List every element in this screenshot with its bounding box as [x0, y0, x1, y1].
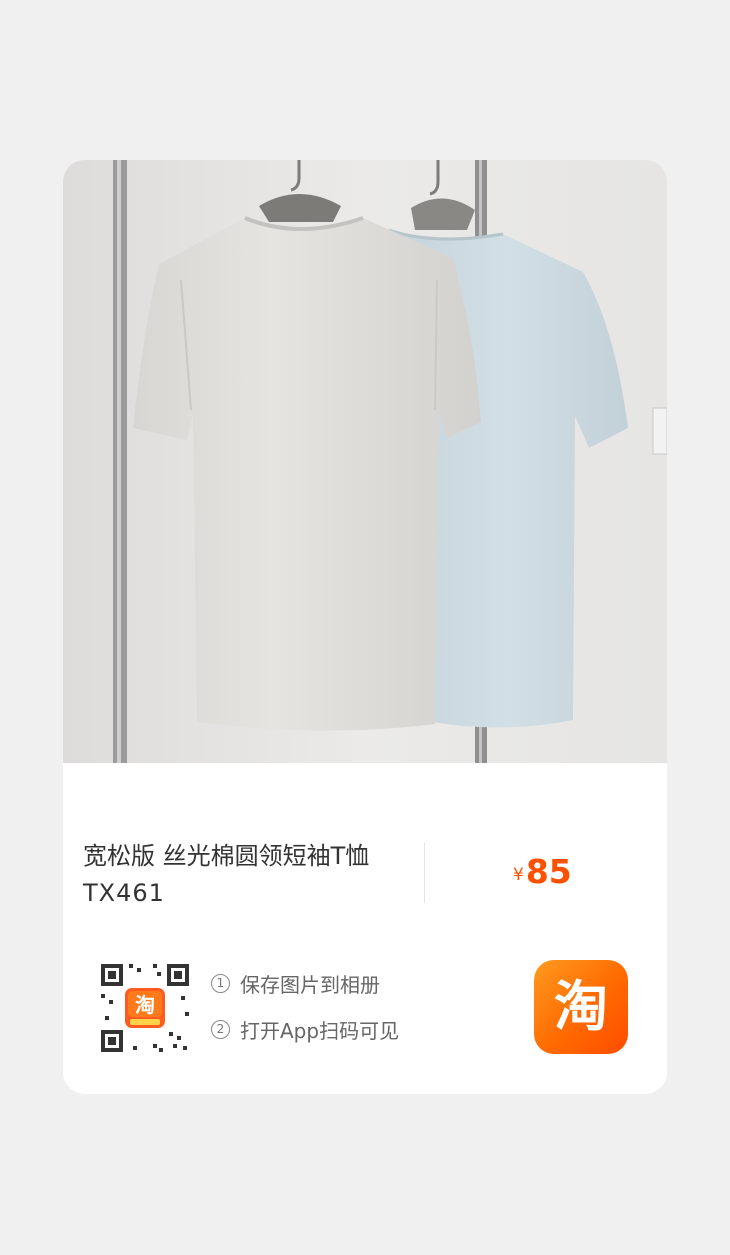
step-open-app: 2 打开App扫码可见	[211, 1014, 399, 1044]
product-name: 宽松版 丝光棉圆领短袖T恤	[83, 842, 370, 870]
price-currency: ¥	[513, 865, 524, 885]
step-number-icon: 2	[211, 1019, 230, 1039]
step-number-icon: 1	[211, 973, 230, 993]
product-share-card: 宽松版 丝光棉圆领短袖T恤 TX461 ¥85 淘 1 保存图片到相册 2 打开…	[63, 160, 667, 1094]
product-code: TX461	[83, 879, 165, 907]
price-amount: 85	[525, 852, 572, 891]
qr-badge-glyph: 淘	[135, 993, 155, 1017]
step-text: 打开App扫码可见	[240, 1018, 400, 1043]
taobao-glyph: 淘	[554, 975, 608, 1038]
taobao-app-icon: 淘	[534, 960, 628, 1054]
price: ¥85	[513, 852, 572, 891]
step-save-image: 1 保存图片到相册	[211, 968, 399, 998]
qr-code-icon: 淘	[97, 960, 193, 1056]
step-text: 保存图片到相册	[240, 972, 380, 997]
product-title: 宽松版 丝光棉圆领短袖T恤 TX461	[83, 838, 423, 912]
tshirt-photo-illustration	[63, 160, 667, 763]
divider	[424, 843, 425, 903]
share-steps: 1 保存图片到相册 2 打开App扫码可见	[211, 968, 399, 1060]
product-photo	[63, 160, 667, 763]
